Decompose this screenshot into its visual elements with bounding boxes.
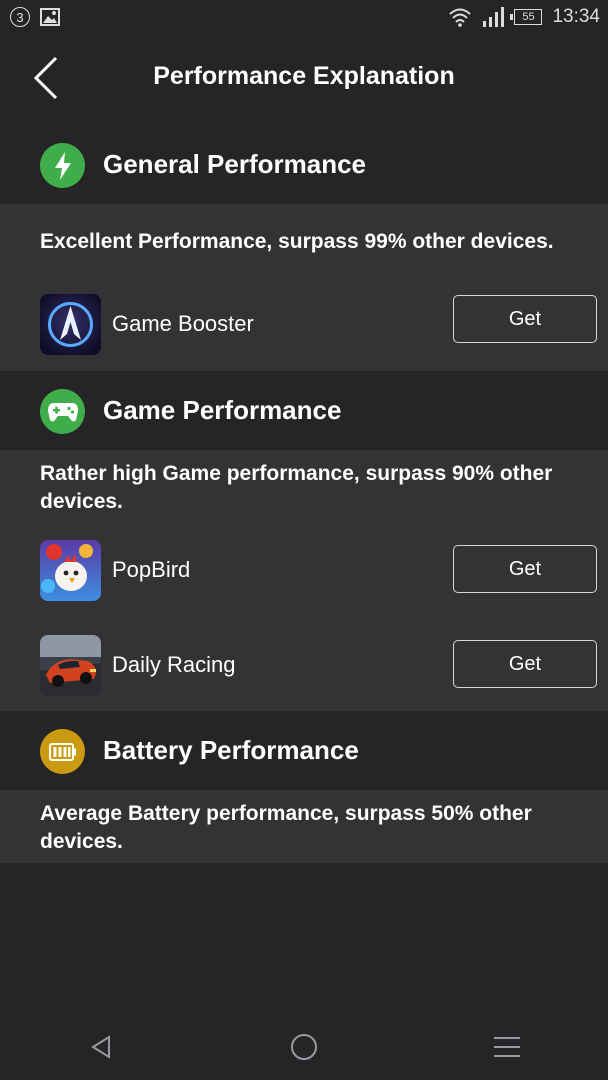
get-game-booster-button[interactable]: Get xyxy=(453,295,597,343)
get-daily-racing-button[interactable]: Get xyxy=(453,640,597,688)
image-notification-icon xyxy=(40,8,60,26)
lightning-icon xyxy=(40,143,85,188)
section-title: Battery Performance xyxy=(103,735,359,765)
page-title: Performance Explanation xyxy=(153,62,455,90)
section-description: Average Battery performance, surpass 50%… xyxy=(40,802,532,853)
section-title: General Performance xyxy=(103,149,367,179)
app-row-game-booster: Game Booster Get xyxy=(0,289,608,359)
circle-home-icon xyxy=(291,1034,317,1060)
battery-performance-header: Battery Performance xyxy=(0,712,608,790)
general-performance-header: General Performance xyxy=(0,126,608,204)
game-performance-header: Game Performance xyxy=(0,372,608,450)
app-name: PopBird xyxy=(112,557,191,582)
menu-icon xyxy=(494,1037,520,1057)
wifi-icon xyxy=(449,8,472,27)
battery-level: 55 xyxy=(510,9,543,25)
section-description: Rather high Game performance, surpass 90… xyxy=(40,462,553,513)
section-description: Excellent Performance, surpass 99% other… xyxy=(40,230,554,253)
nav-menu-button[interactable] xyxy=(487,1030,527,1064)
navigation-bar xyxy=(0,1010,608,1080)
get-popbird-button[interactable]: Get xyxy=(453,545,597,593)
nav-back-button[interactable] xyxy=(81,1030,121,1064)
app-header: Performance Explanation xyxy=(0,36,608,122)
popbird-app-icon xyxy=(40,540,101,601)
nav-home-button[interactable] xyxy=(284,1030,324,1064)
section-title: Game Performance xyxy=(103,395,342,425)
signal-icon xyxy=(483,7,505,27)
battery-icon xyxy=(40,729,85,774)
status-bar: 3 55 13:34 xyxy=(0,0,608,36)
clock: 13:34 xyxy=(552,6,600,27)
game-performance-panel: Rather high Game performance, surpass 90… xyxy=(0,450,608,711)
game-booster-app-icon xyxy=(40,294,101,355)
app-row-daily-racing: Daily Racing Get xyxy=(0,630,608,700)
general-performance-panel: Excellent Performance, surpass 99% other… xyxy=(0,204,608,371)
notification-count-badge: 3 xyxy=(10,7,30,27)
triangle-back-icon xyxy=(91,1035,110,1059)
app-name: Daily Racing xyxy=(112,652,236,677)
app-row-popbird: PopBird Get xyxy=(0,535,608,605)
gamepad-icon xyxy=(40,389,85,434)
daily-racing-app-icon xyxy=(40,635,101,696)
app-name: Game Booster xyxy=(112,311,254,336)
battery-performance-panel: Average Battery performance, surpass 50%… xyxy=(0,790,608,863)
